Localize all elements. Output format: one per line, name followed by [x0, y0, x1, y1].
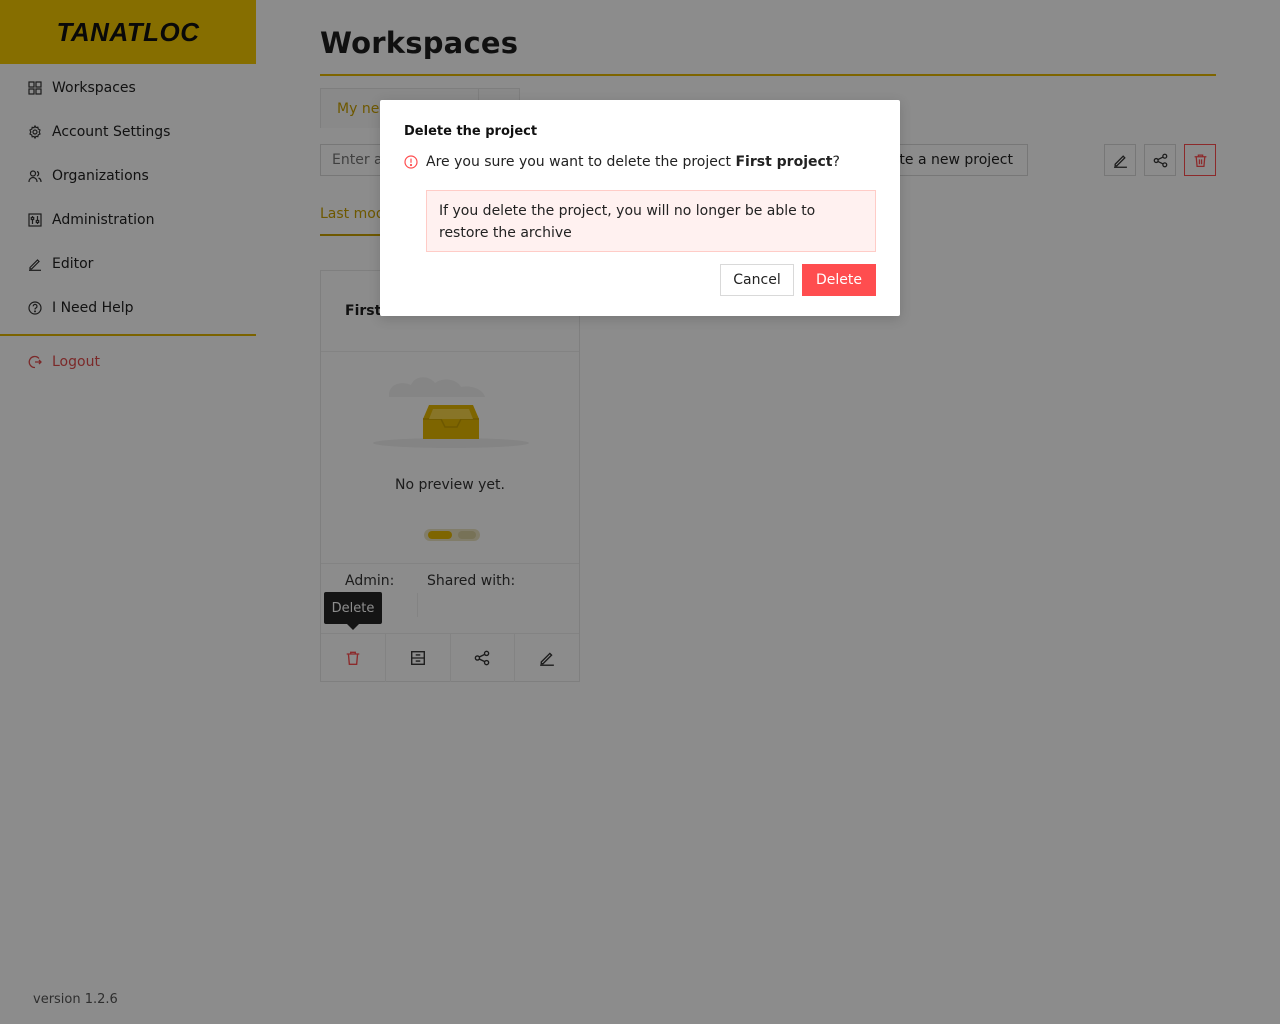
question-suffix: ? — [832, 154, 840, 170]
modal-title: Delete the project — [404, 124, 538, 139]
question-prefix: Are you sure you want to delete the proj… — [426, 154, 736, 170]
warning-alert: If you delete the project, you will no l… — [426, 190, 876, 252]
modal-question: Are you sure you want to delete the proj… — [404, 154, 840, 170]
exclamation-circle-icon — [404, 155, 418, 169]
confirm-delete-button[interactable]: Delete — [802, 264, 876, 296]
delete-confirm-modal: Delete the project Are you sure you want… — [380, 100, 900, 316]
cancel-button[interactable]: Cancel — [720, 264, 794, 296]
project-name: First project — [735, 154, 833, 170]
